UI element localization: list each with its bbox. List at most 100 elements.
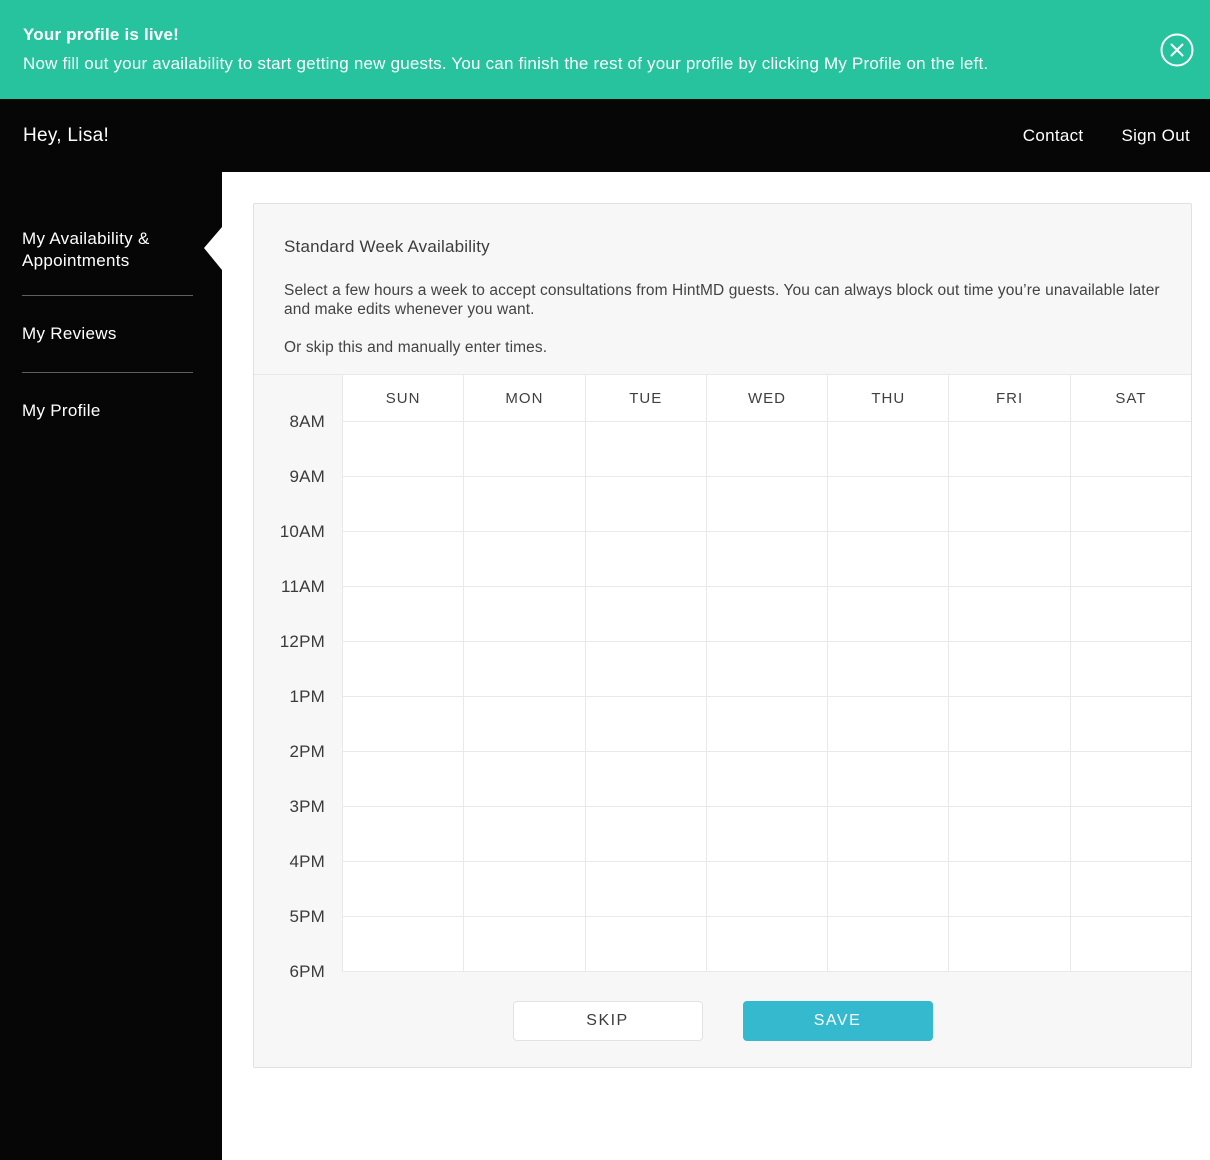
availability-cell[interactable] [827,807,949,862]
availability-cell[interactable] [463,642,585,697]
availability-cell[interactable] [463,752,585,807]
availability-cell[interactable] [463,697,585,752]
availability-cell[interactable] [342,697,464,752]
header-links: Contact Sign Out [1023,126,1190,146]
time-label: 4PM [289,852,325,871]
day-header-tue: TUE [584,375,706,422]
availability-cell[interactable] [342,532,464,587]
sidebar-item-reviews[interactable]: My Reviews [0,323,222,345]
time-label: 10AM [279,522,325,541]
sidebar-item-profile[interactable]: My Profile [0,400,222,422]
time-label: 1PM [289,687,325,706]
availability-cell[interactable] [827,587,949,642]
availability-cell[interactable] [705,532,828,587]
availability-cell[interactable] [705,642,828,697]
time-label: 11AM [281,577,325,596]
banner-close-button[interactable] [1160,33,1194,67]
time-label: 6PM [289,962,325,981]
availability-cell[interactable] [1069,862,1191,917]
availability-cell[interactable] [1069,642,1191,697]
availability-cell[interactable] [948,807,1070,862]
availability-cell[interactable] [1069,752,1191,807]
active-item-arrow [204,227,222,270]
availability-cell[interactable] [827,917,949,972]
availability-cell[interactable] [584,862,706,917]
availability-cell[interactable] [948,697,1070,752]
availability-cell[interactable] [342,422,464,477]
availability-cell[interactable] [827,752,949,807]
time-label: 5PM [289,907,325,926]
availability-cell[interactable] [463,917,585,972]
availability-cell[interactable] [948,642,1070,697]
availability-cell[interactable] [584,477,706,532]
availability-cell[interactable] [1069,587,1191,642]
availability-cell[interactable] [584,532,706,587]
time-label: 12PM [279,632,325,651]
availability-cell[interactable] [584,587,706,642]
availability-cell[interactable] [342,917,464,972]
availability-cell[interactable] [1069,477,1191,532]
day-header-mon: MON [463,375,585,422]
card-description-skip-hint: Or skip this and manually enter times. [284,339,548,356]
availability-cell[interactable] [342,587,464,642]
main-layout: My Availability & Appointments My Review… [0,172,1210,1160]
sign-out-link[interactable]: Sign Out [1121,126,1190,146]
availability-cell[interactable] [827,477,949,532]
day-header-sun: SUN [342,375,464,422]
availability-cell[interactable] [948,862,1070,917]
availability-cell[interactable] [948,752,1070,807]
banner-title: Your profile is live! [23,25,179,44]
availability-cell[interactable] [948,917,1070,972]
availability-cell[interactable] [463,862,585,917]
availability-cell[interactable] [827,862,949,917]
user-greeting: Hey, Lisa! [23,124,110,146]
availability-cell[interactable] [1069,807,1191,862]
banner-message: Now fill out your availability to start … [23,54,989,73]
availability-cell[interactable] [1069,697,1191,752]
availability-cell[interactable] [463,477,585,532]
sidebar-item-availability[interactable]: My Availability & Appointments [0,228,222,272]
availability-cell[interactable] [827,697,949,752]
availability-cell[interactable] [342,642,464,697]
availability-cell[interactable] [948,422,1070,477]
availability-cell[interactable] [827,532,949,587]
availability-cell[interactable] [827,642,949,697]
availability-cell[interactable] [705,862,828,917]
availability-cell[interactable] [948,477,1070,532]
availability-cell[interactable] [584,422,706,477]
availability-cell[interactable] [584,752,706,807]
availability-cell[interactable] [705,477,828,532]
availability-card: Standard Week Availability Select a few … [253,203,1192,1068]
availability-cell[interactable] [463,532,585,587]
availability-cell[interactable] [584,697,706,752]
card-description: Select a few hours a week to accept cons… [284,282,1160,318]
time-label: 3PM [289,797,325,816]
availability-cell[interactable] [705,917,828,972]
availability-cell[interactable] [1069,917,1191,972]
availability-cell[interactable] [463,422,585,477]
availability-cell[interactable] [342,477,464,532]
availability-cell[interactable] [584,807,706,862]
availability-cell[interactable] [705,807,828,862]
skip-button[interactable]: SKIP [512,1001,703,1041]
notification-banner: Your profile is live! Now fill out your … [0,0,1210,99]
availability-cell[interactable] [463,587,585,642]
availability-cell[interactable] [827,422,949,477]
availability-cell[interactable] [705,697,828,752]
availability-cell[interactable] [1069,422,1191,477]
save-button[interactable]: SAVE [742,1001,933,1041]
availability-cell[interactable] [948,532,1070,587]
availability-cell[interactable] [948,587,1070,642]
availability-cell[interactable] [584,917,706,972]
availability-cell[interactable] [463,807,585,862]
availability-cell[interactable] [705,587,828,642]
availability-cell[interactable] [342,862,464,917]
availability-cell[interactable] [342,752,464,807]
availability-cell[interactable] [342,807,464,862]
availability-cell[interactable] [705,752,828,807]
contact-link[interactable]: Contact [1023,126,1084,146]
availability-cell[interactable] [584,642,706,697]
card-title: Standard Week Availability [284,237,490,256]
availability-cell[interactable] [705,422,828,477]
availability-cell[interactable] [1069,532,1191,587]
